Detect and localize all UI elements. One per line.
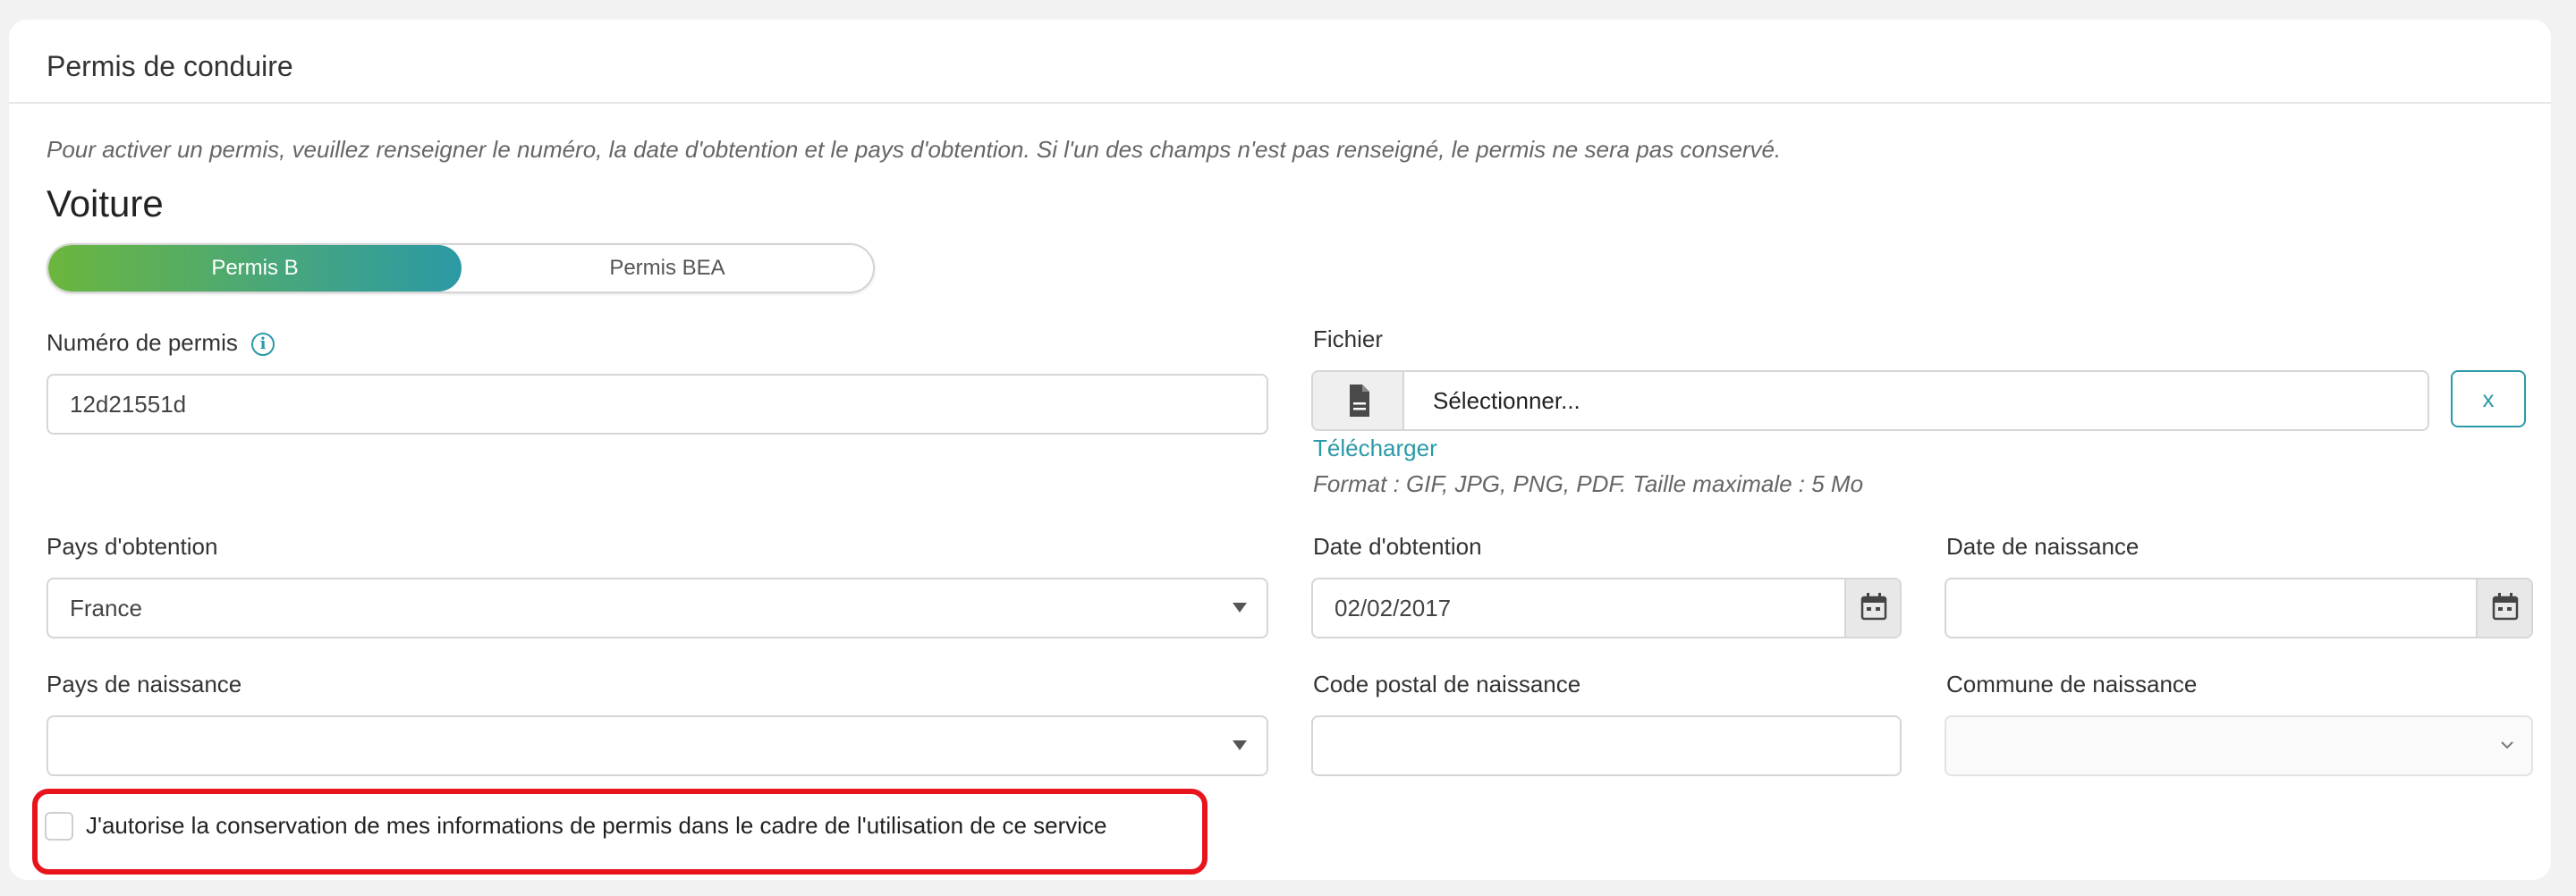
caret-down-icon <box>1233 603 1247 613</box>
calendar-icon <box>1860 593 1887 621</box>
birth-date-input[interactable] <box>1945 578 2533 638</box>
license-number-label-text: Numéro de permis <box>47 329 238 356</box>
calendar-icon <box>2492 593 2519 621</box>
birth-city-select[interactable] <box>1945 715 2533 776</box>
file-format-hint: Format : GIF, JPG, PNG, PDF. Taille maxi… <box>1313 470 1864 497</box>
birth-country-label: Pays de naissance <box>47 671 242 697</box>
driving-license-card: Permis de conduire Pour activer un permi… <box>9 20 2551 880</box>
consent-label[interactable]: J'autorise la conservation de mes inform… <box>86 812 1107 840</box>
download-link[interactable]: Télécharger <box>1313 435 1437 462</box>
toggle-permis-b[interactable]: Permis B <box>48 245 462 292</box>
intro-text: Pour activer un permis, veuillez renseig… <box>47 136 1782 163</box>
date-obtained-input[interactable]: 02/02/2017 <box>1311 578 1902 638</box>
card-divider <box>9 102 2551 104</box>
birth-postal-code-label: Code postal de naissance <box>1313 671 1581 697</box>
birth-date-calendar-button[interactable] <box>2476 579 2531 637</box>
toggle-permis-bea[interactable]: Permis BEA <box>462 245 873 292</box>
section-title-voiture: Voiture <box>47 182 164 224</box>
info-icon[interactable]: i <box>251 333 275 356</box>
license-type-toggle: Permis B Permis BEA <box>47 243 875 293</box>
clear-file-button[interactable]: x <box>2451 370 2526 427</box>
date-obtained-value: 02/02/2017 <box>1335 595 1452 621</box>
license-number-input[interactable]: 12d21551d <box>47 374 1268 435</box>
file-document-icon <box>1350 385 1369 417</box>
file-select-field[interactable]: Sélectionner... <box>1311 370 2429 431</box>
file-label: Fichier <box>1313 325 1384 352</box>
file-icon-cell <box>1313 372 1404 429</box>
license-number-label: Numéro de permis i <box>47 329 275 357</box>
birth-city-label: Commune de naissance <box>1946 671 2198 697</box>
birth-date-label: Date de naissance <box>1946 533 2140 560</box>
country-obtained-select[interactable]: France <box>47 578 1268 638</box>
caret-down-icon <box>1233 740 1247 750</box>
country-obtained-value: France <box>70 595 142 621</box>
country-obtained-label: Pays d'obtention <box>47 533 218 560</box>
consent-checkbox[interactable] <box>45 812 73 841</box>
date-obtained-label: Date d'obtention <box>1313 533 1482 560</box>
chevron-down-icon <box>2501 741 2513 749</box>
birth-country-select[interactable] <box>47 715 1268 776</box>
birth-postal-code-input[interactable] <box>1311 715 1902 776</box>
card-title: Permis de conduire <box>47 50 293 82</box>
date-obtained-calendar-button[interactable] <box>1844 579 1900 637</box>
file-select-label: Sélectionner... <box>1433 387 1580 414</box>
